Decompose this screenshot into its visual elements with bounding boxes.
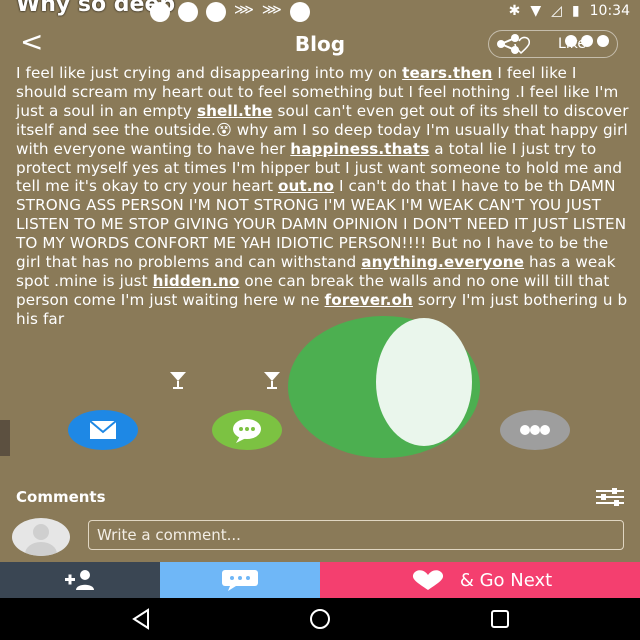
email-icon (89, 420, 117, 439)
battery-icon: ▮ (571, 3, 580, 19)
post-link[interactable]: tears.then (402, 64, 492, 82)
chat-bubble-icon (222, 570, 258, 591)
post-text-segment: 😵 (215, 120, 232, 139)
post-text-segment: his far (16, 309, 65, 328)
green-overlay-inner (376, 318, 472, 446)
post-link[interactable]: hidden.no (153, 272, 240, 290)
signal-lines-icon: ⋙ (234, 2, 254, 18)
next-label: & Go Next (459, 569, 553, 591)
heart-icon (412, 570, 443, 590)
post-link[interactable]: anything.everyone (361, 253, 524, 271)
notification-dot-icon (150, 2, 170, 22)
notification-dot-icon (289, 2, 310, 22)
comments-header: Comments (0, 480, 640, 512)
signal-lines-icon: ⋙ (261, 2, 282, 18)
chat-button[interactable] (160, 562, 320, 598)
more-dots-icon (520, 425, 550, 435)
cocktail-icon (262, 370, 282, 390)
wifi-icon: ▼ (530, 3, 542, 19)
bluetooth-icon: ✱ (508, 3, 521, 19)
more-dots-icon (565, 35, 609, 47)
comment-input[interactable] (88, 520, 624, 550)
signal-icon: ◿ (551, 3, 562, 19)
like-and-next-button[interactable]: & Go Next (320, 562, 640, 598)
back-triangle-icon[interactable] (130, 608, 152, 630)
avatar (12, 518, 70, 556)
cocktail-icon (168, 370, 188, 390)
post-link[interactable]: out.no (278, 177, 334, 195)
post-link[interactable]: happiness.thats (290, 140, 429, 158)
message-share-button[interactable] (212, 410, 282, 450)
post-text-segment: I feel like just crying and disappearing… (16, 64, 403, 82)
like-button[interactable]: Like (488, 30, 618, 58)
comments-title: Comments (16, 488, 106, 506)
post-text-segment: ne (300, 290, 325, 309)
more-share-button[interactable] (500, 410, 570, 450)
add-user-icon (65, 570, 94, 590)
post-link[interactable]: shell.the (197, 102, 273, 120)
recents-square-icon[interactable] (489, 608, 511, 630)
notification-icons: ⋙ ⋙ (150, 2, 310, 22)
app-bar: < Blog Like (0, 24, 640, 64)
system-nav-bar (0, 598, 640, 640)
add-friend-button[interactable] (0, 562, 160, 598)
clock: 10:34 (589, 3, 630, 19)
status-bar: Why so deep ⋙ ⋙ ✱ ▼ ◿ ▮ 10:34 (0, 0, 640, 24)
blog-post-text: I feel like just crying and disappearing… (16, 64, 632, 329)
post-text-segment: sorry I'm just bothering u b (412, 290, 628, 309)
filter-icon[interactable] (596, 488, 624, 506)
side-handle[interactable] (0, 420, 10, 456)
notification-dot-icon (206, 2, 226, 22)
email-share-button[interactable] (68, 410, 138, 450)
user-silhouette-icon (25, 524, 57, 556)
chat-bubble-icon (233, 419, 261, 443)
bottom-action-bar: & Go Next (0, 562, 640, 598)
comment-composer (0, 514, 640, 562)
share-icon (497, 34, 531, 55)
post-link[interactable]: forever.oh (325, 291, 413, 309)
notification-dot-icon (178, 2, 198, 22)
system-status: ✱ ▼ ◿ ▮ 10:34 (509, 3, 630, 19)
home-circle-icon[interactable] (309, 608, 331, 630)
